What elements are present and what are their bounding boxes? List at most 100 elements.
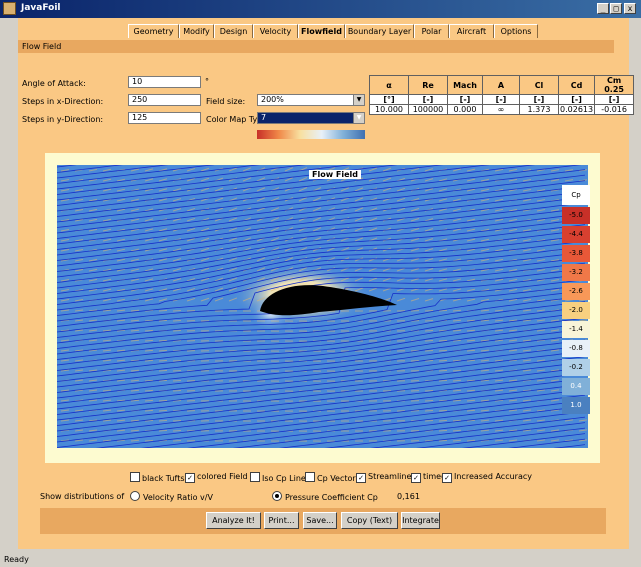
tuft-mark — [438, 369, 448, 372]
tab-aircraft[interactable]: Aircraft — [449, 24, 494, 38]
results-value-cell: 1.373 — [519, 104, 559, 115]
tuft-mark — [424, 319, 434, 322]
tuft-mark — [144, 439, 154, 442]
legend-cell: -2.6 — [562, 283, 590, 300]
aoa-input[interactable]: 10 — [128, 76, 201, 88]
section-title: Flow Field — [22, 42, 62, 51]
tab-modify[interactable]: Modify — [179, 24, 214, 38]
tuft-mark — [144, 409, 154, 412]
field-size-label: Field size: — [206, 97, 246, 106]
tab-velocity[interactable]: Velocity — [253, 24, 298, 38]
action-bar: Analyze It! Print... Save... Copy (Text)… — [40, 508, 606, 534]
checkbox-box — [130, 472, 140, 482]
tab-bar: Geometry Modify Design Velocity Flowfiel… — [18, 18, 629, 40]
results-header-cell: Cd — [557, 75, 596, 95]
radio-dot — [130, 491, 140, 501]
plot-title: Flow Field — [309, 170, 361, 179]
pressure-coefficient-label: Pressure Coefficient Cp — [285, 493, 378, 502]
iso-cp-lines-checkbox[interactable]: Iso Cp Lines — [250, 472, 310, 483]
color-map-value: 7 — [261, 113, 267, 122]
color-map-select[interactable]: 7 ▼ — [257, 112, 365, 124]
tab-flowfield[interactable]: Flowfield — [298, 24, 345, 38]
tuft-mark — [438, 379, 448, 382]
checkbox-box: ✓ — [185, 473, 195, 483]
legend-cell: 1.0 — [562, 397, 590, 414]
maximize-button[interactable]: □ — [610, 3, 622, 14]
tuft-mark — [158, 309, 168, 312]
results-unit-cell: [°] — [369, 94, 409, 105]
tuft-mark — [158, 429, 168, 432]
legend-cell: -4.4 — [562, 226, 590, 243]
steps-x-input[interactable]: 250 — [128, 94, 201, 106]
tuft-mark — [158, 339, 168, 342]
results-value-cell: 0.000 — [447, 104, 483, 115]
tuft-mark — [424, 329, 434, 332]
tab-options[interactable]: Options — [494, 24, 538, 38]
pressure-coefficient-radio[interactable]: Pressure Coefficient Cp — [272, 491, 378, 502]
cp-vectors-checkbox[interactable]: Cp Vectors — [305, 472, 360, 483]
tuft-mark — [424, 409, 434, 412]
save-button[interactable]: Save... — [303, 512, 337, 529]
results-header-cell: α — [369, 75, 409, 95]
tuft-mark — [452, 319, 462, 322]
status-text: Ready — [4, 555, 29, 564]
increased-accuracy-checkbox[interactable]: ✓ Increased Accuracy — [442, 472, 532, 483]
status-bar: Ready — [0, 549, 641, 567]
tuft-mark — [438, 349, 448, 352]
timed-checkbox[interactable]: ✓ timed — [411, 472, 446, 483]
tuft-mark — [452, 369, 462, 372]
tuft-mark — [438, 339, 448, 342]
tuft-mark — [144, 359, 154, 362]
checkbox-box: ✓ — [442, 473, 452, 483]
black-tufts-checkbox[interactable]: black Tufts — [130, 472, 185, 483]
tuft-mark — [424, 399, 434, 402]
checkbox-box — [305, 472, 315, 482]
steps-y-input[interactable]: 125 — [128, 112, 201, 124]
minimize-button[interactable]: _ — [597, 3, 609, 14]
close-button[interactable]: x — [624, 3, 636, 14]
tuft-mark — [424, 309, 434, 312]
results-unit-cell: [-] — [482, 94, 520, 105]
tuft-mark — [452, 389, 462, 392]
tuft-mark — [452, 329, 462, 332]
results-value-cell: 0.02613 — [557, 104, 596, 115]
results-unit-row: [°] [-] [-] [-] [-] [-] [-] — [369, 94, 635, 105]
field-size-select[interactable]: 200% ▼ — [257, 94, 365, 106]
copy-text-button[interactable]: Copy (Text) — [341, 512, 398, 529]
results-header-cell: A — [482, 75, 520, 95]
tab-boundary-layer[interactable]: Boundary Layer — [345, 24, 414, 38]
colored-field-label: colored Field — [197, 472, 248, 481]
tuft-mark — [158, 369, 168, 372]
results-value-row: 10.000 100000 0.000 ∞ 1.373 0.02613 -0.0… — [369, 104, 635, 115]
tuft-mark — [438, 419, 448, 422]
field-size-value: 200% — [261, 95, 284, 104]
legend-cell: -1.4 — [562, 321, 590, 338]
print-button[interactable]: Print... — [264, 512, 299, 529]
tuft-mark — [144, 339, 154, 342]
legend-cell: -0.2 — [562, 359, 590, 376]
analyze-button[interactable]: Analyze It! — [206, 512, 261, 529]
integrate-button[interactable]: Integrate — [401, 512, 440, 529]
results-unit-cell: [-] — [594, 94, 635, 105]
tuft-mark — [158, 419, 168, 422]
results-value-cell: 10.000 — [369, 104, 409, 115]
tuft-mark — [158, 409, 168, 412]
tuft-mark — [144, 329, 154, 332]
legend-cell: -5.0 — [562, 207, 590, 224]
velocity-ratio-radio[interactable]: Velocity Ratio v/V — [130, 491, 213, 502]
tab-polar[interactable]: Polar — [414, 24, 449, 38]
results-value-cell: ∞ — [482, 104, 520, 115]
results-unit-cell: [-] — [447, 94, 483, 105]
tuft-mark — [424, 339, 434, 342]
tab-design[interactable]: Design — [214, 24, 253, 38]
legend-cell: -2.0 — [562, 302, 590, 319]
steps-x-label: Steps in x-Direction: — [22, 97, 104, 106]
colored-field-checkbox[interactable]: ✓ colored Field — [185, 472, 248, 483]
flow-field-plot[interactable] — [57, 165, 588, 448]
tab-geometry[interactable]: Geometry — [128, 24, 179, 38]
results-header-cell: Cm 0.25 — [594, 75, 635, 95]
legend-cell: 0.4 — [562, 378, 590, 395]
streamlines-checkbox[interactable]: ✓ Streamlines — [356, 472, 416, 483]
radio-dot — [272, 491, 282, 501]
steps-y-label: Steps in y-Direction: — [22, 115, 104, 124]
